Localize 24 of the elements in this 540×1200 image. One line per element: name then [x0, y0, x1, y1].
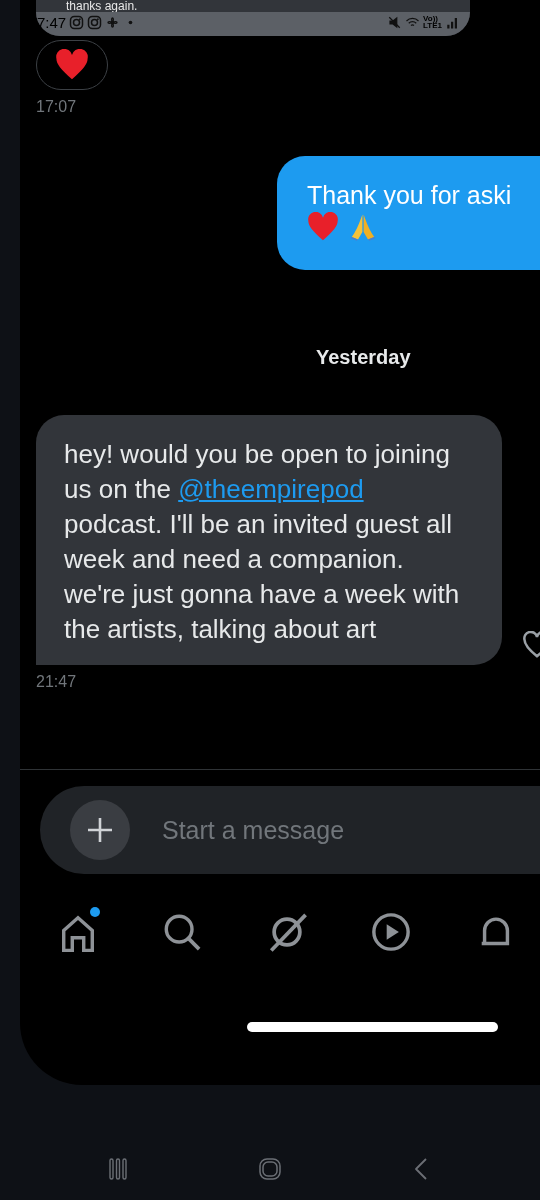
plus-icon[interactable] [70, 800, 130, 860]
mute-icon [387, 14, 403, 30]
message-time: 17:07 [36, 98, 78, 116]
message-text: thanks again. [65, 0, 139, 12]
message-text: hey! would you be open to joining us on the @theempirepod podcast. I'll be an invited guest all week and need a companion. we're just gonna have a week with the artists, talking about art [64, 438, 461, 646]
camera-icon [87, 14, 103, 30]
message-field[interactable]: Start a message [160, 814, 540, 846]
status-time: 7:47 [37, 13, 67, 31]
message-time: 21:47 [36, 673, 78, 691]
date-label: Yesterday [316, 346, 411, 369]
message-text: Thank you for aski [307, 180, 513, 210]
camera-icon [69, 14, 85, 30]
network-label: LTE1 [423, 22, 442, 29]
home-button-icon[interactable] [258, 1157, 282, 1181]
heart-icon [55, 49, 89, 81]
mention-link[interactable]: @theempirepod [178, 474, 364, 504]
dot-icon [128, 19, 134, 25]
network-label: Vo)) [423, 15, 439, 22]
pinwheel-icon [105, 14, 121, 30]
search-icon[interactable] [162, 912, 203, 952]
recent-apps-icon[interactable] [106, 1157, 130, 1181]
reaction-pill[interactable] [36, 40, 108, 90]
play-icon[interactable] [371, 912, 412, 952]
heart-icon [307, 212, 339, 242]
